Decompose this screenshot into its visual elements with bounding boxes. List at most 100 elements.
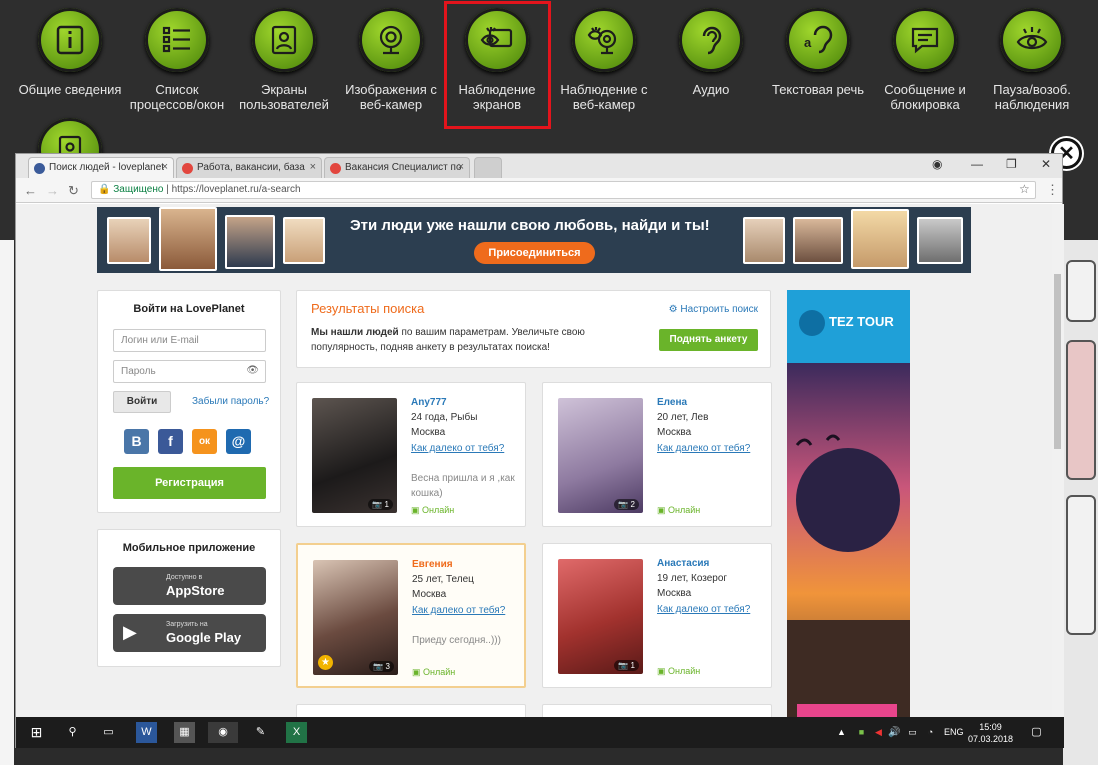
profile-city: Москва: [412, 589, 447, 600]
app-icon[interactable]: ✎: [250, 722, 271, 743]
tray-arrow-icon[interactable]: ▲: [831, 722, 852, 743]
show-password-icon[interactable]: 👁: [246, 365, 259, 376]
clock[interactable]: 15:09 07.03.2018: [968, 721, 1013, 745]
member-photo: [743, 217, 785, 264]
distance-link[interactable]: Как далеко от тебя?: [657, 604, 750, 615]
excel-icon[interactable]: X: [286, 722, 307, 743]
new-tab-button[interactable]: [474, 157, 502, 178]
member-photo: [283, 217, 325, 264]
profile-card[interactable]: 📷 1 Any777 24 года, Рыбы Москва Как дале…: [296, 382, 526, 527]
distance-link[interactable]: Как далеко от тебя?: [657, 443, 750, 454]
menu-icon[interactable]: ⋮: [1046, 182, 1059, 198]
forward-icon[interactable]: →: [46, 183, 59, 198]
browser-tab[interactable]: Работа, вакансии, база ×: [176, 157, 322, 178]
tool-label: Наблюдение с веб-камер: [560, 82, 648, 112]
url-field[interactable]: 🔒 Защищено | https://loveplanet.ru/a-sea…: [91, 181, 1036, 199]
account-icon[interactable]: ◉: [932, 157, 942, 171]
tool-user-screens[interactable]: Экраны пользователей: [230, 8, 338, 112]
tab-title: Поиск людей - loveplanet: [49, 162, 165, 173]
promo-banner[interactable]: Эти люди уже нашли свою любовь, найди и …: [97, 207, 971, 273]
tool-speech-text[interactable]: a Текстовая речь: [764, 8, 872, 97]
odnoklassniki-icon[interactable]: ок: [192, 429, 217, 454]
tool-label: Сообщение и блокировка: [884, 82, 966, 112]
tez-tour-ad[interactable]: TEZ TOUR: [787, 290, 910, 717]
tool-general-info[interactable]: Общие сведения: [16, 8, 124, 97]
appstore-button[interactable]: Доступно в AppStore: [113, 567, 266, 605]
tool-webcam-images[interactable]: Изображения с веб-камер: [337, 8, 445, 112]
minimize-icon[interactable]: —: [971, 157, 983, 171]
task-view-icon[interactable]: ▭: [98, 722, 119, 743]
tool-label: Экраны пользователей: [239, 82, 329, 112]
close-tab-icon[interactable]: ×: [310, 161, 316, 173]
login-box: Войти на LovePlanet Логин или E-mail Пар…: [97, 290, 281, 513]
profile-age: 20 лет, Лев: [657, 412, 709, 423]
profile-age: 19 лет, Козерог: [657, 573, 728, 584]
register-button[interactable]: Регистрация: [113, 467, 266, 499]
selection-highlight: [444, 1, 551, 129]
profile-photo[interactable]: 📷 1: [558, 559, 643, 674]
tool-process-list[interactable]: Список процессов/окон: [123, 8, 231, 112]
profile-card[interactable]: 📷 1 Анастасия 19 лет, Козерог Москва Как…: [542, 543, 772, 688]
lift-profile-button[interactable]: Поднять анкету: [659, 329, 758, 351]
back-icon[interactable]: ←: [24, 183, 37, 198]
photo-count: 📷 2: [614, 499, 639, 510]
login-button[interactable]: Войти: [113, 391, 171, 413]
mailru-icon[interactable]: @: [226, 429, 251, 454]
close-tab-icon[interactable]: ×: [162, 161, 168, 173]
chrome-icon[interactable]: ◉: [208, 722, 238, 743]
login-input[interactable]: Логин или E-mail: [113, 329, 266, 352]
language-indicator[interactable]: ENG: [944, 727, 964, 737]
search-settings-link[interactable]: ⚙ Настроить поиск: [669, 304, 758, 315]
online-status: ▣ Онлайн: [412, 667, 456, 677]
profile-photo[interactable]: 📷 2: [558, 398, 643, 513]
distance-link[interactable]: Как далеко от тебя?: [411, 443, 504, 454]
profile-card[interactable]: 📷 2 Елена 20 лет, Лев Москва Как далеко …: [542, 382, 772, 527]
googleplay-button[interactable]: ▶ Загрузить на Google Play: [113, 614, 266, 652]
window-close-icon[interactable]: ✕: [1041, 157, 1051, 171]
reload-icon[interactable]: ↻: [68, 183, 79, 199]
browser-tab[interactable]: Вакансия Специалист по ×: [324, 157, 470, 178]
password-input[interactable]: Пароль 👁: [113, 360, 266, 383]
info-icon: [56, 25, 84, 55]
windows-start-icon[interactable]: ⊞: [26, 722, 47, 743]
profile-card-featured[interactable]: ★ 📷 3 Евгения 25 лет, Телец Москва Как д…: [296, 543, 526, 688]
googleplay-label: Google Play: [166, 630, 242, 645]
search-results-header: Результаты поиска ⚙ Настроить поиск Мы н…: [296, 290, 771, 368]
scroll-thumb[interactable]: [1054, 274, 1061, 449]
background-card: [1066, 495, 1096, 635]
googleplay-small-label: Загрузить на: [166, 621, 208, 628]
profile-photo[interactable]: 📷 1: [312, 398, 397, 513]
join-button[interactable]: Присоединиться: [474, 242, 595, 264]
bookmark-star-icon[interactable]: ☆: [1019, 182, 1030, 196]
profile-name[interactable]: Анастасия: [657, 558, 709, 569]
page-scrollbar[interactable]: [1052, 204, 1064, 717]
tool-webcam-watch[interactable]: Наблюдение с веб-камер: [550, 8, 658, 112]
favicon-icon: [182, 163, 193, 174]
distance-link[interactable]: Как далеко от тебя?: [412, 605, 505, 616]
profile-photo[interactable]: ★ 📷 3: [313, 560, 398, 675]
profile-name[interactable]: Any777: [411, 397, 447, 408]
results-text: Мы нашли людей по вашим параметрам. Увел…: [311, 327, 585, 353]
word-icon[interactable]: W: [136, 722, 157, 743]
notifications-icon[interactable]: ▢: [1026, 722, 1047, 743]
profile-name[interactable]: Евгения: [412, 559, 453, 570]
results-title: Результаты поиска: [311, 301, 425, 316]
vk-icon[interactable]: В: [124, 429, 149, 454]
browser-tabbar: Поиск людей - loveplanet × Работа, вакан…: [16, 154, 1062, 178]
network-icon[interactable]: ◔: [920, 722, 941, 743]
search-icon[interactable]: ⚲: [62, 722, 83, 743]
tool-pause-watch[interactable]: Пауза/возоб. наблюдения: [978, 8, 1086, 112]
profile-card[interactable]: [296, 704, 526, 717]
forgot-password-link[interactable]: Забыли пароль?: [192, 396, 269, 407]
profile-name[interactable]: Елена: [657, 397, 687, 408]
tool-message-block[interactable]: Сообщение и блокировка: [871, 8, 979, 112]
browser-tab[interactable]: Поиск людей - loveplanet ×: [28, 157, 174, 178]
profile-card[interactable]: [542, 704, 772, 717]
close-tab-icon[interactable]: ×: [458, 161, 464, 173]
facebook-icon[interactable]: f: [158, 429, 183, 454]
restore-icon[interactable]: ❐: [1006, 157, 1017, 171]
tez-logo-icon: [799, 310, 825, 336]
tool-audio[interactable]: Аудио: [657, 8, 765, 97]
calculator-icon[interactable]: ▦: [174, 722, 195, 743]
secure-label: Защищено: [113, 184, 164, 195]
